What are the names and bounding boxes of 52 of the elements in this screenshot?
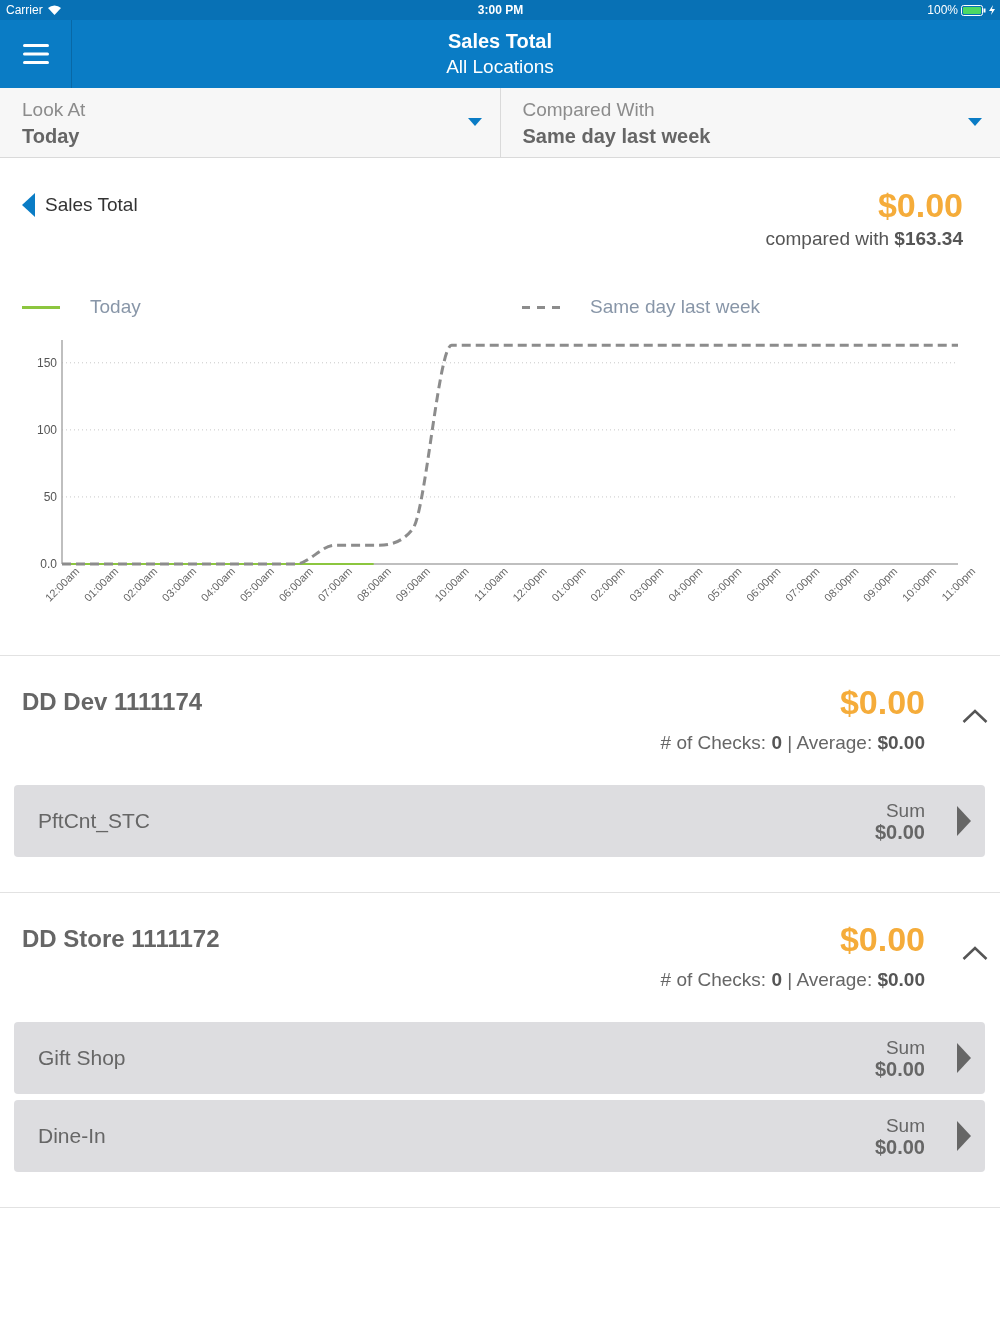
y-axis-label: 0.0 (40, 557, 57, 571)
row-name: Gift Shop (38, 1046, 127, 1070)
summary-amount: $0.00 (877, 186, 963, 224)
filter-label: Look At (22, 98, 87, 122)
category-row[interactable]: PftCnt_STC Sum $0.00 (14, 785, 985, 857)
row-name: PftCnt_STC (38, 809, 152, 833)
location-name: DD Dev 1111174 (22, 687, 204, 717)
category-row[interactable]: Dine-In Sum $0.00 (14, 1100, 985, 1172)
battery-icon (961, 4, 986, 16)
category-row[interactable]: Gift Shop Sum $0.00 (14, 1022, 985, 1094)
legend-dash-icon (522, 305, 560, 309)
y-axis-label: 50 (43, 489, 57, 504)
nav-subtitle: All Locations (446, 55, 554, 79)
right-triangle-icon (957, 1121, 971, 1151)
chevron-up-icon[interactable] (962, 946, 988, 960)
y-axis-label: 150 (36, 355, 57, 370)
legend-label: Same day last week (590, 295, 761, 319)
carrier-label: Carrier (6, 3, 43, 17)
legend-label: Today (90, 295, 141, 319)
filter-value: Today (22, 124, 81, 148)
sum-value: $0.00 (874, 1135, 925, 1158)
sum-label: Sum (885, 799, 925, 821)
back-icon[interactable] (22, 193, 35, 217)
location-stats: # of Checks: 0 | Average: $0.00 (660, 968, 925, 992)
right-triangle-icon (957, 806, 971, 836)
status-time: 3:00 PM (477, 3, 524, 17)
location-amount: $0.00 (839, 682, 925, 722)
charging-bolt-icon (989, 5, 995, 15)
dropdown-caret-icon (467, 117, 482, 126)
filter-value: Same day last week (522, 124, 712, 148)
location-name: DD Store 1111172 (22, 924, 221, 954)
sum-value: $0.00 (874, 1057, 925, 1080)
dropdown-caret-icon (968, 117, 982, 126)
y-axis-label: 100 (36, 422, 57, 437)
filter-dropdown[interactable]: Compared With Same day last week (499, 88, 1000, 157)
summary-title: Sales Total (45, 194, 138, 216)
chevron-up-icon[interactable] (962, 709, 988, 723)
sum-value: $0.00 (874, 820, 925, 843)
menu-icon (22, 44, 49, 64)
sum-label: Sum (885, 1114, 925, 1136)
comparison-text: compared with $163.34 (765, 227, 963, 251)
row-name: Dine-In (38, 1124, 107, 1148)
nav-title: Sales Total (447, 29, 553, 53)
filter-dropdown[interactable]: Look At Today (0, 88, 500, 157)
location-amount: $0.00 (839, 919, 925, 959)
filter-label: Compared With (522, 98, 656, 122)
battery-percent: 100% (927, 3, 958, 17)
location-stats: # of Checks: 0 | Average: $0.00 (660, 731, 925, 755)
legend-line-icon (22, 305, 60, 309)
sum-label: Sum (885, 1036, 925, 1058)
right-triangle-icon (957, 1043, 971, 1073)
wifi-icon (47, 5, 61, 15)
